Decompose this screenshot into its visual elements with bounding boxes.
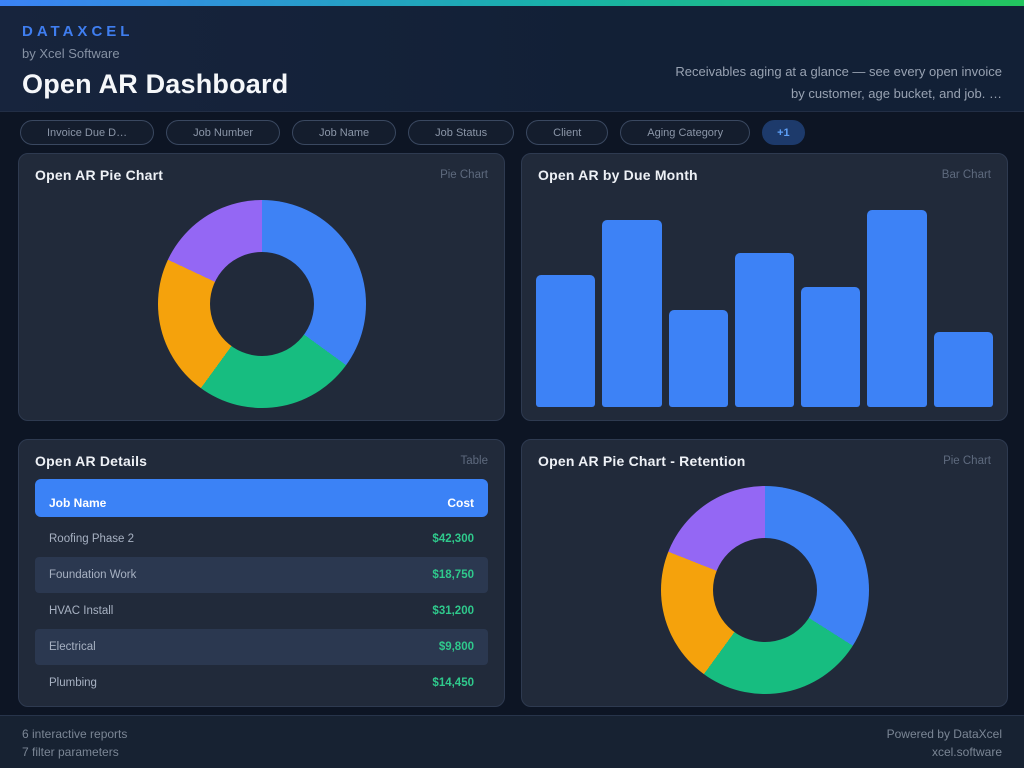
website-link[interactable]: xcel.software (887, 745, 1002, 759)
filter-bar: Invoice Due D… Job Number Job Name Job Stat… (0, 112, 1024, 153)
donut-chart-retention[interactable] (661, 486, 869, 694)
donut-chart-open-ar[interactable] (158, 200, 366, 408)
reports-count: 6 interactive reports (22, 727, 127, 741)
panel-title: Open AR Pie Chart (35, 167, 163, 183)
filter-chip-job-name[interactable]: Job Name (292, 120, 396, 145)
filter-chip-client[interactable]: Client (526, 120, 608, 145)
panel-type-label: Pie Chart (943, 455, 991, 467)
job-name-cell: Plumbing (49, 677, 97, 689)
bar[interactable] (735, 253, 794, 407)
pie-chart-body (19, 187, 504, 420)
filter-chip-invoice-due-d[interactable]: Invoice Due D… (20, 120, 154, 145)
filter-chip-job-number[interactable]: Job Number (166, 120, 280, 145)
job-name-cell: Foundation Work (49, 569, 136, 581)
panel-header: Open AR by Due Month Bar Chart (522, 154, 1007, 187)
filter-chip-overflow[interactable]: +1 (762, 120, 805, 145)
footer-stats: 6 interactive reports 7 filter parameter… (22, 727, 127, 759)
bar[interactable] (867, 210, 926, 407)
table-row[interactable]: Foundation Work $18,750 (35, 557, 488, 593)
filter-parameters-count: 7 filter parameters (22, 745, 127, 759)
table-header-row: Job Name Cost (35, 479, 488, 517)
job-name-cell: Electrical (49, 641, 96, 653)
filter-chip-job-status[interactable]: Job Status (408, 120, 514, 145)
donut-hole (210, 252, 314, 356)
column-header-job-name: Job Name (49, 496, 106, 510)
brand-byline: by Xcel Software (22, 46, 288, 61)
powered-by-label: Powered by DataXcel (887, 727, 1002, 741)
panel-open-ar-details: Open AR Details Table Job Name Cost Roof… (18, 439, 505, 707)
donut-hole (713, 538, 817, 642)
details-table: Job Name Cost Roofing Phase 2 $42,300 Foun… (19, 473, 504, 707)
cost-cell: $31,200 (432, 605, 474, 617)
panel-header: Open AR Details Table (19, 440, 504, 473)
panel-title: Open AR Details (35, 453, 147, 469)
table-row[interactable]: Electrical $9,800 (35, 629, 488, 665)
bar[interactable] (801, 287, 860, 407)
bar[interactable] (536, 275, 595, 407)
table-row[interactable]: Plumbing $14,450 (35, 665, 488, 701)
brand-logo: DATAXCEL (22, 23, 288, 40)
panel-open-ar-by-due-month: Open AR by Due Month Bar Chart (521, 153, 1008, 421)
panel-title: Open AR Pie Chart - Retention (538, 453, 746, 469)
header: DATAXCEL by Xcel Software Open AR Dashbo… (0, 6, 1024, 112)
page-title: Open AR Dashboard (22, 69, 288, 100)
panel-type-label: Bar Chart (942, 169, 991, 181)
header-description: Receivables aging at a glance — see ever… (672, 61, 1002, 105)
cost-cell: $18,750 (432, 569, 474, 581)
panel-type-label: Table (461, 455, 489, 467)
panel-open-ar-pie-chart: Open AR Pie Chart Pie Chart (18, 153, 505, 421)
column-header-cost: Cost (447, 496, 474, 510)
bar[interactable] (669, 310, 728, 407)
open-ar-dashboard-app: DATAXCEL by Xcel Software Open AR Dashbo… (0, 0, 1024, 768)
panel-open-ar-pie-retention: Open AR Pie Chart - Retention Pie Chart (521, 439, 1008, 707)
dashboard-grid: Open AR Pie Chart Pie Chart Open AR by D… (0, 153, 1024, 715)
panel-header: Open AR Pie Chart - Retention Pie Chart (522, 440, 1007, 473)
bar-chart-open-ar-by-due-month (536, 210, 993, 407)
pie-chart-body (522, 473, 1007, 706)
cost-cell: $9,800 (439, 641, 474, 653)
cost-cell: $42,300 (432, 533, 474, 545)
footer-branding: Powered by DataXcel xcel.software (887, 727, 1002, 759)
bar[interactable] (934, 332, 993, 407)
panel-header: Open AR Pie Chart Pie Chart (19, 154, 504, 187)
header-brand-block: DATAXCEL by Xcel Software Open AR Dashbo… (22, 23, 288, 100)
filter-chip-aging-category[interactable]: Aging Category (620, 120, 750, 145)
table-row[interactable]: Roofing Phase 2 $42,300 (35, 521, 488, 557)
table-row[interactable]: HVAC Install $31,200 (35, 593, 488, 629)
footer: 6 interactive reports 7 filter parameter… (0, 715, 1024, 768)
job-name-cell: HVAC Install (49, 605, 113, 617)
table-body: Roofing Phase 2 $42,300 Foundation Work $18… (35, 521, 488, 701)
panel-title: Open AR by Due Month (538, 167, 698, 183)
bar-chart-body (522, 187, 1007, 420)
job-name-cell: Roofing Phase 2 (49, 533, 134, 545)
bar[interactable] (602, 220, 661, 407)
panel-type-label: Pie Chart (440, 169, 488, 181)
cost-cell: $14,450 (432, 677, 474, 689)
